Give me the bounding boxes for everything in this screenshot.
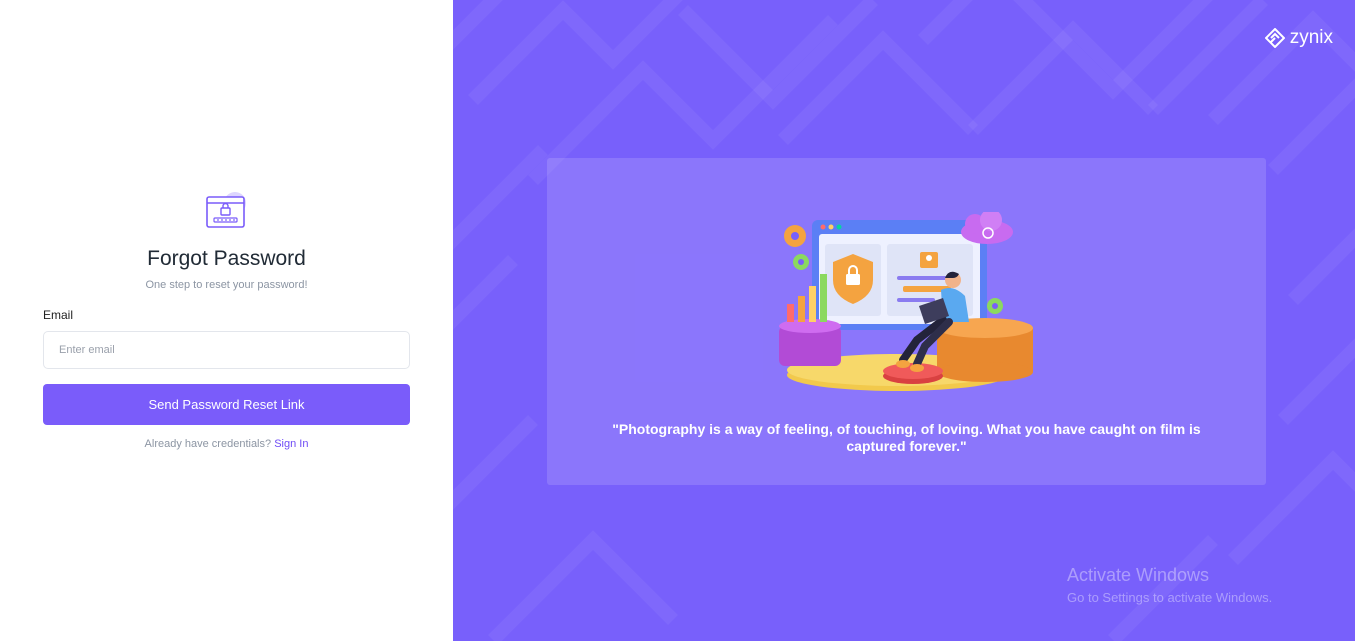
showcase-panel: zynix "Photography is a way of feeling, … xyxy=(453,0,1355,641)
forgot-password-panel: Forgot Password One step to reset your p… xyxy=(0,0,453,641)
windows-activation-watermark: Activate Windows Go to Settings to activ… xyxy=(1067,565,1272,605)
quote-card: "Photography is a way of feeling, of tou… xyxy=(547,158,1266,485)
quote-text: "Photography is a way of feeling, of tou… xyxy=(612,421,1201,454)
brand-logo[interactable]: zynix xyxy=(1264,27,1333,49)
lock-screen-icon xyxy=(204,189,248,233)
page-title: Forgot Password xyxy=(147,247,306,270)
email-label: Email xyxy=(43,308,74,322)
send-reset-link-button[interactable]: Send Password Reset Link xyxy=(43,384,410,425)
signin-prompt-line: Already have credentials? Sign In xyxy=(0,438,453,450)
page-subtitle: One step to reset your password! xyxy=(145,279,308,291)
activation-title: Activate Windows xyxy=(1067,565,1210,585)
security-laptop-illustration xyxy=(779,212,1033,391)
email-input[interactable] xyxy=(43,331,410,369)
signin-link[interactable]: Sign In xyxy=(274,438,308,450)
brand-name: zynix xyxy=(1289,27,1333,48)
signin-prompt-text: Already have credentials? xyxy=(144,438,272,450)
activation-subtitle: Go to Settings to activate Windows. xyxy=(1067,590,1273,605)
diamond-logo-icon xyxy=(1264,28,1285,48)
